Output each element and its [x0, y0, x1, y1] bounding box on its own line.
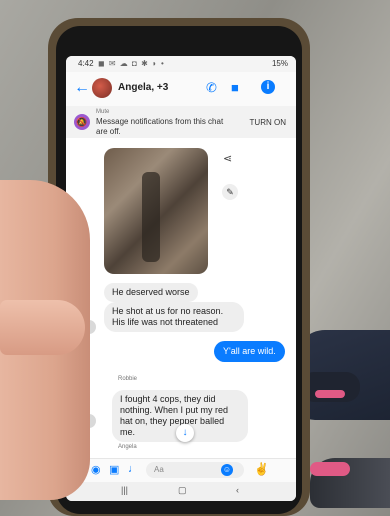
- status-icons: ◼ ✉ ☁ ◘ ✱ ◗ •: [98, 59, 165, 68]
- peace-sign-icon[interactable]: ✌: [254, 462, 269, 476]
- status-bar: 4:42 ◼ ✉ ☁ ◘ ✱ ◗ • 15%: [66, 56, 296, 72]
- message-bubble-incoming[interactable]: He deserved worse: [104, 283, 198, 302]
- share-icon[interactable]: ⋖: [223, 152, 232, 165]
- chat-header: ← Angela, +3 ✆ ■ i: [66, 72, 296, 107]
- sender-name: Robbie: [118, 376, 138, 382]
- scroll-down-icon[interactable]: ↓: [176, 424, 194, 442]
- video-icon[interactable]: ■: [231, 80, 239, 95]
- mute-bell-icon: 🔕: [74, 114, 90, 130]
- microphone-icon[interactable]: ♩: [128, 463, 139, 475]
- phone-icon[interactable]: ✆: [206, 80, 217, 96]
- emoji-icon[interactable]: ☺: [221, 464, 233, 476]
- battery-level: 15%: [271, 59, 288, 68]
- image-icon[interactable]: ▣: [109, 463, 119, 476]
- mute-label: Mute: [96, 109, 110, 115]
- camera-icon[interactable]: ◉: [91, 463, 101, 476]
- background-shoe-bottom-accent: [310, 462, 350, 476]
- home-icon[interactable]: ▢: [178, 485, 187, 496]
- background-shoe-accent: [315, 390, 345, 398]
- message-bubble-outgoing[interactable]: Y'all are wild.: [214, 341, 285, 362]
- group-avatar[interactable]: [92, 78, 112, 98]
- message-bubble-incoming[interactable]: He shot at us for no reason. His life wa…: [104, 302, 244, 332]
- sender-name: Angela: [118, 444, 137, 450]
- status-time: 4:42: [78, 59, 94, 68]
- back-arrow-icon[interactable]: ←: [74, 79, 90, 97]
- mute-banner: 🔕 Mute Message notifications from this c…: [66, 106, 296, 139]
- edit-icon[interactable]: ✎: [222, 184, 238, 200]
- phone-screen: 4:42 ◼ ✉ ☁ ◘ ✱ ◗ • 15% ← Angela, +3 ✆ ■ …: [66, 56, 296, 501]
- android-nav-bar: ||| ▢ ‹: [66, 482, 296, 501]
- mute-text: Message notifications from this chat are…: [96, 117, 224, 136]
- shared-photo-detail: [142, 172, 160, 262]
- turn-on-button[interactable]: TURN ON: [250, 118, 286, 127]
- chat-title[interactable]: Angela, +3: [118, 82, 168, 93]
- thumb: [0, 300, 85, 355]
- info-icon[interactable]: i: [261, 80, 275, 94]
- message-composer: ⁘ ◉ ▣ ♩ Aa ☺ ✌: [66, 458, 296, 483]
- recent-apps-icon[interactable]: |||: [121, 485, 128, 495]
- message-list[interactable]: ⋖ ✎ He deserved worse He shot at us for …: [66, 138, 296, 458]
- back-icon[interactable]: ‹: [236, 485, 239, 495]
